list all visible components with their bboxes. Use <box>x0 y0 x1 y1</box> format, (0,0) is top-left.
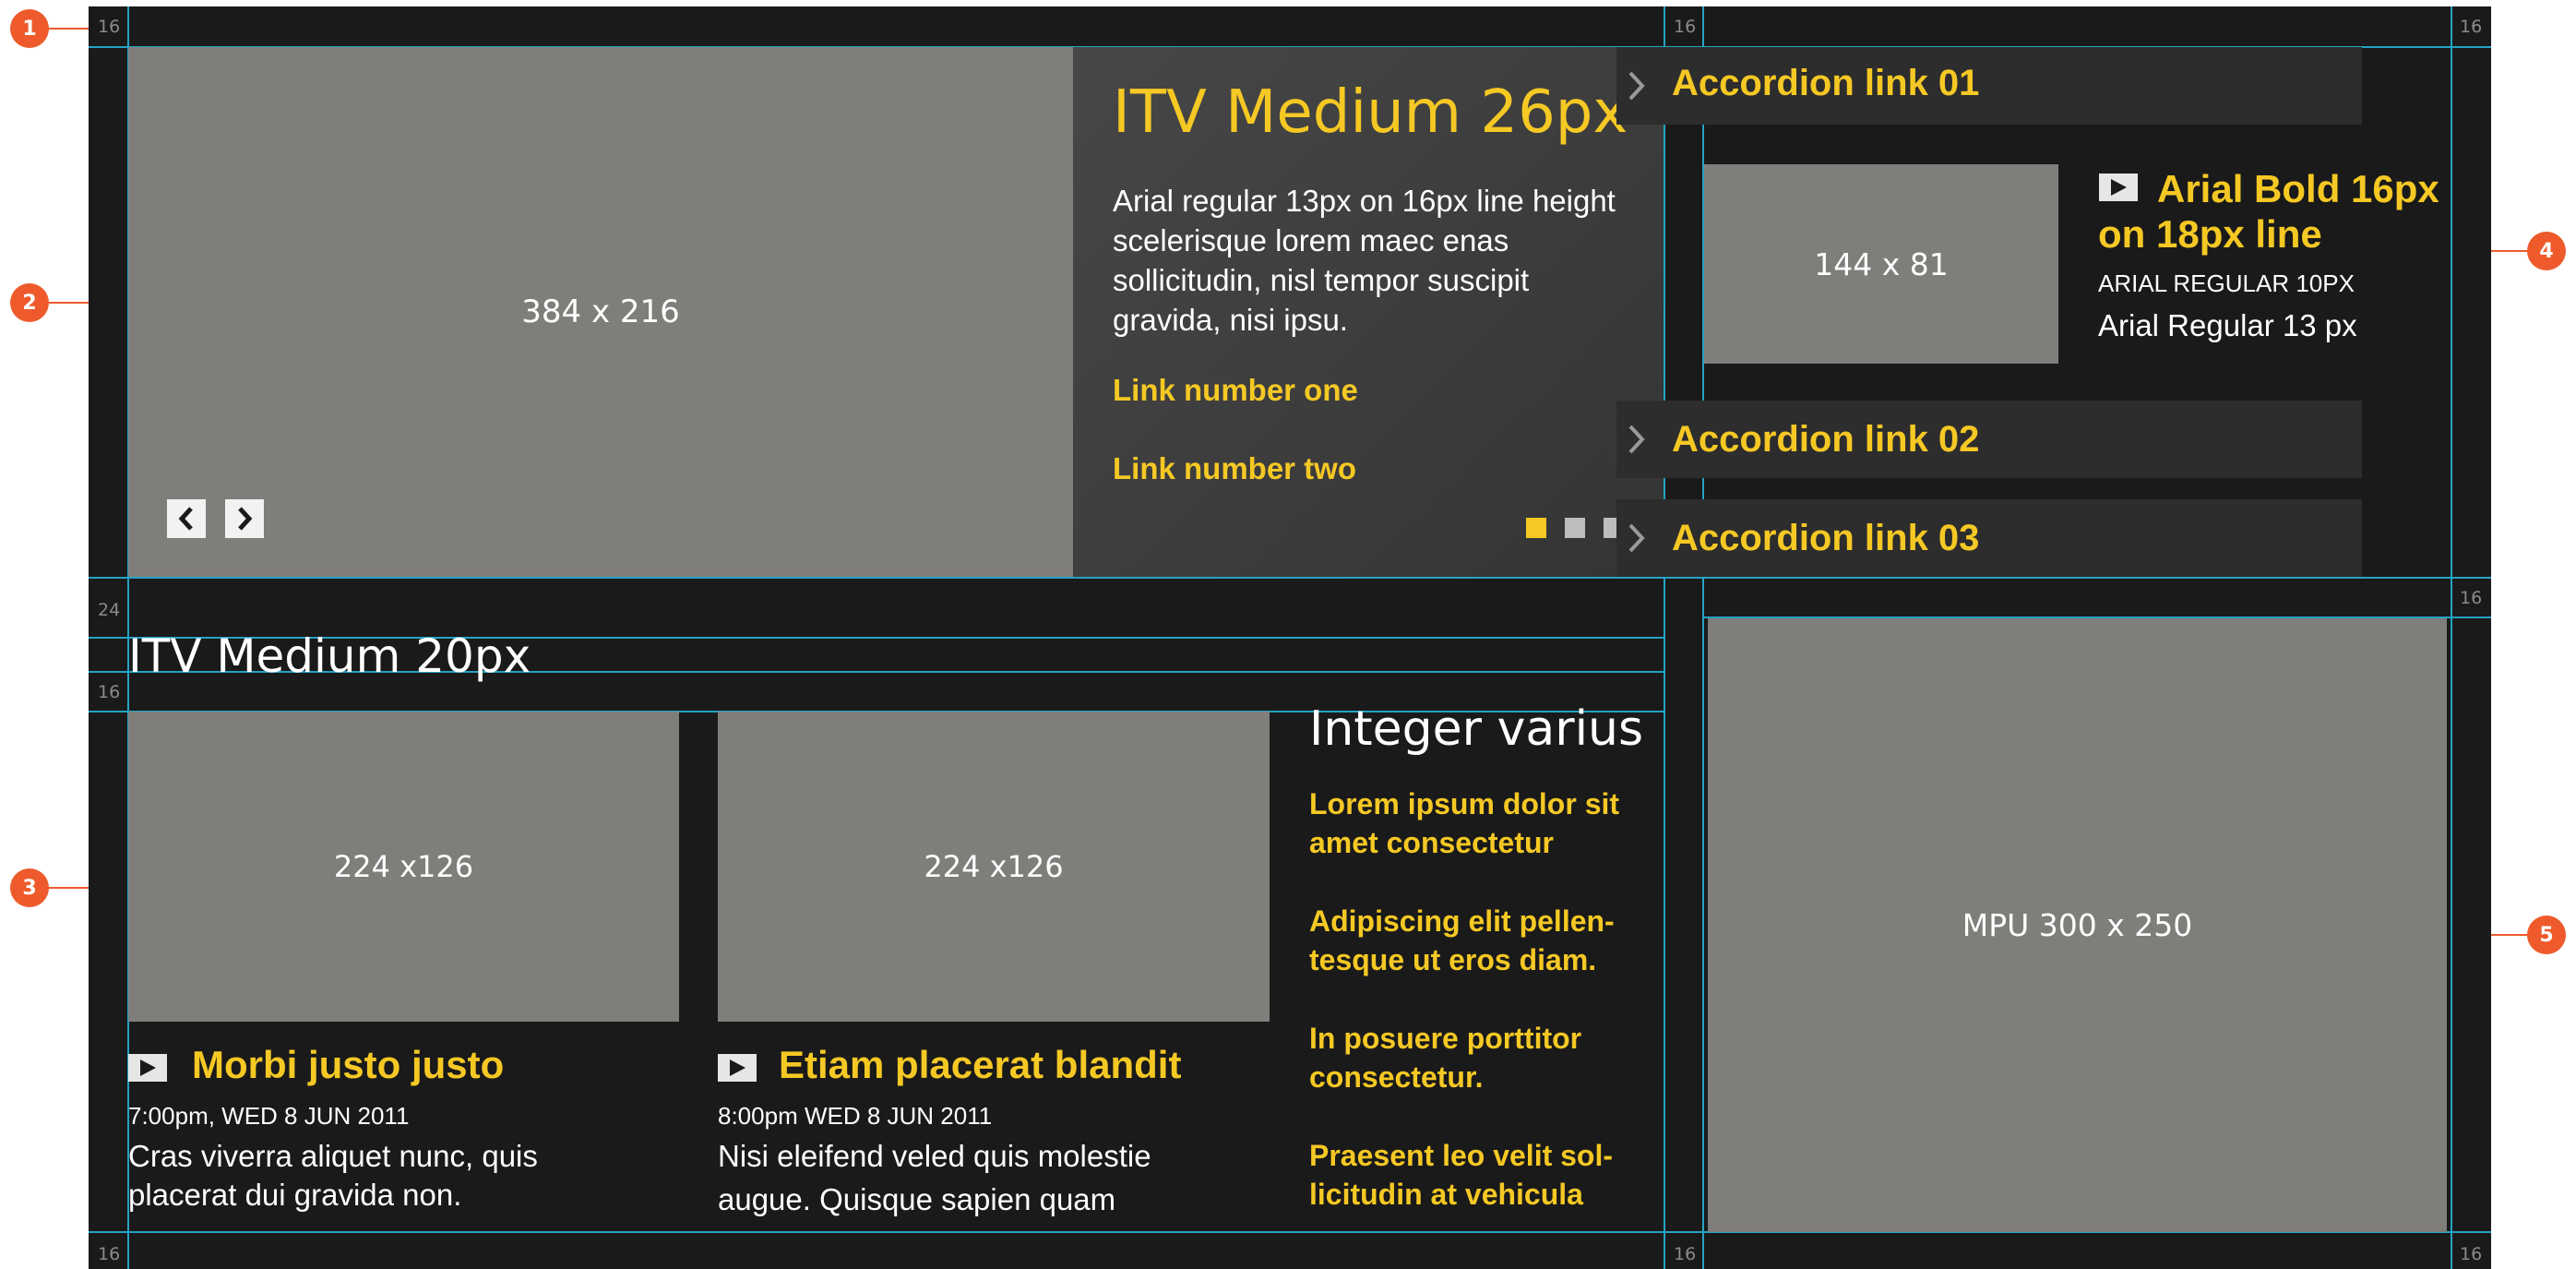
carousel-next-button[interactable] <box>225 499 264 538</box>
chevron-right-icon <box>1628 71 1645 101</box>
accordion-thumbnail-placeholder: 144 x 81 <box>1704 164 2058 364</box>
image-size-label: 224 x126 <box>333 849 474 884</box>
hero-body-text: Arial regular 13px on 16px line height s… <box>1113 184 1616 337</box>
guide-line <box>89 577 2491 579</box>
mpu-ad-placeholder[interactable]: MPU 300 x 250 <box>1708 618 2447 1232</box>
accordion-link-03[interactable]: Accordion link 03 <box>1672 518 1979 559</box>
card-title[interactable]: Etiam placerat blandit <box>779 1043 1181 1087</box>
carousel-dot-active[interactable] <box>1526 518 1546 538</box>
card-meta: 7:00pm, WED 8 JUN 2011 <box>128 1102 410 1130</box>
guide-number: 16 <box>1674 17 1697 37</box>
image-size-label: 384 x 216 <box>521 293 680 330</box>
list-link[interactable]: In posuere porttitor consectetur. <box>1309 1019 1669 1096</box>
hero-link-two[interactable]: Link number two <box>1113 451 1356 486</box>
accordion-link-01[interactable]: Accordion link 01 <box>1672 63 1979 104</box>
callout-line <box>49 302 89 304</box>
guide-number: 16 <box>98 1244 121 1264</box>
hero-image-placeholder: 384 x 216 <box>128 47 1073 577</box>
play-icon <box>718 1054 757 1082</box>
guide-number: 16 <box>2460 588 2483 608</box>
callout-line <box>49 887 89 889</box>
list-link[interactable]: Praesent leo velit sol-licitudin at vehi… <box>1309 1136 1669 1214</box>
card-meta: 8:00pm WED 8 JUN 2011 <box>718 1102 993 1130</box>
hero-text-panel: ITV Medium 26px Arial regular 13px on 16… <box>1073 47 1664 577</box>
callout-line <box>2491 934 2527 936</box>
card-description: placerat dui gravida non. <box>128 1178 462 1212</box>
play-icon <box>128 1054 167 1082</box>
accordion-panel-text: Arial Regular 13 px <box>2098 308 2357 342</box>
card-image-placeholder[interactable]: 224 x126 <box>128 712 679 1022</box>
section-title: ITV Medium 20px <box>128 629 531 683</box>
callout-marker-2: 2 <box>10 283 49 322</box>
callout-marker-3: 3 <box>10 868 49 907</box>
chevron-right-icon <box>1628 425 1645 454</box>
accordion-link-02[interactable]: Accordion link 02 <box>1672 419 1979 461</box>
guide-number: 16 <box>98 682 121 702</box>
card-title[interactable]: Morbi justo justo <box>192 1043 504 1087</box>
card-description: augue. Quisque sapien quam <box>718 1182 1116 1216</box>
guide-number: 16 <box>1674 1244 1697 1264</box>
guide-number: 16 <box>2460 1244 2483 1264</box>
guide-number: 24 <box>98 600 121 620</box>
carousel-prev-button[interactable] <box>167 499 206 538</box>
list-title: Integer varius <box>1309 701 1644 757</box>
chevron-right-icon <box>238 507 253 531</box>
image-size-label: MPU 300 x 250 <box>1962 907 2193 943</box>
card-image-placeholder[interactable]: 224 x126 <box>718 712 1270 1022</box>
chevron-right-icon <box>1628 523 1645 553</box>
image-size-label: 144 x 81 <box>1814 245 1949 282</box>
callout-marker-4: 4 <box>2527 232 2566 270</box>
callout-marker-5: 5 <box>2527 916 2566 954</box>
hero-link-one[interactable]: Link number one <box>1113 373 1358 408</box>
image-size-label: 224 x126 <box>924 849 1064 884</box>
guide-number: 16 <box>2460 17 2483 37</box>
guide-number: 16 <box>98 17 121 37</box>
carousel-dot[interactable] <box>1565 518 1585 538</box>
card-description: Cras viverra aliquet nunc, quis <box>128 1139 538 1173</box>
callout-line <box>2491 250 2527 252</box>
callout-marker-1: 1 <box>10 9 49 48</box>
callout-line <box>49 28 89 30</box>
chevron-left-icon <box>178 507 193 531</box>
list-link[interactable]: Adipiscing elit pellen-tesque ut eros di… <box>1309 902 1669 979</box>
list-link[interactable]: Lorem ipsum dolor sit amet consectetur <box>1309 784 1669 862</box>
accordion-panel-caption: ARIAL REGULAR 10PX <box>2098 269 2355 297</box>
card-description: Nisi eleifend veled quis molestie <box>718 1139 1151 1173</box>
accordion-panel-title[interactable]: Arial Bold 16px on 18px line <box>2098 166 2458 257</box>
hero-title: ITV Medium 26px <box>1113 78 1628 147</box>
